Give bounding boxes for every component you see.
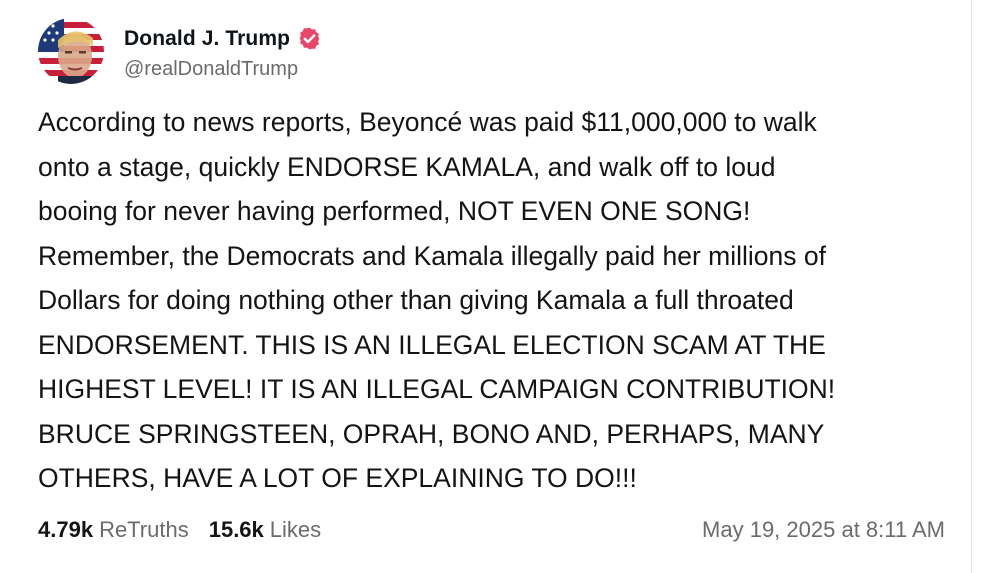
retruths-stat[interactable]: 4.79k ReTruths (38, 517, 189, 543)
display-name[interactable]: Donald J. Trump (124, 27, 290, 51)
retruths-count: 4.79k (38, 517, 94, 542)
author-names: Donald J. Trump @realDonaldTrump (124, 22, 322, 81)
post-card: Donald J. Trump @realDonaldTrump Accordi… (0, 0, 972, 573)
likes-stat[interactable]: 15.6k Likes (209, 517, 321, 543)
avatar[interactable] (38, 18, 104, 84)
retruths-label: ReTruths (99, 517, 189, 542)
author-handle[interactable]: @realDonaldTrump (124, 58, 322, 81)
post-footer: 4.79k ReTruths 15.6k Likes May 19, 2025 … (38, 512, 945, 548)
name-row: Donald J. Trump (124, 22, 322, 56)
avatar-image (38, 18, 104, 84)
verified-badge-icon (297, 26, 322, 51)
likes-label: Likes (269, 517, 322, 542)
post-header: Donald J. Trump @realDonaldTrump (38, 18, 322, 84)
post-text: According to news reports, Beyoncé was p… (38, 107, 836, 493)
post-timestamp[interactable]: May 19, 2025 at 8:11 AM (702, 517, 945, 543)
likes-count: 15.6k (208, 517, 264, 542)
